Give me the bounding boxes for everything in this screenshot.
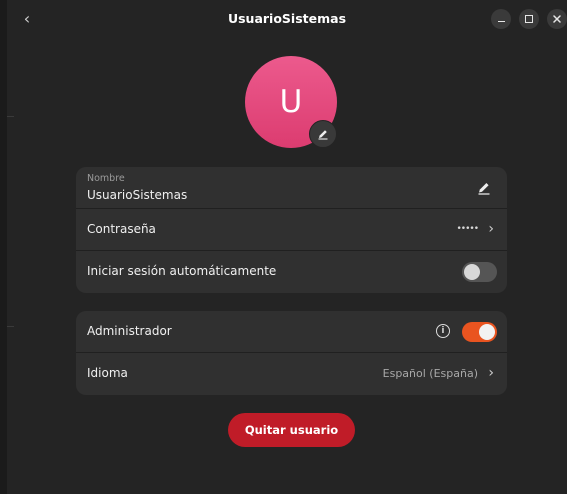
name-row: Nombre UsuarioSistemas bbox=[76, 167, 507, 209]
toggle-knob bbox=[479, 324, 495, 340]
info-icon[interactable]: i bbox=[436, 324, 450, 338]
account-card: Nombre UsuarioSistemas Contraseña ••••• … bbox=[76, 167, 507, 293]
user-details-window: ‹ UsuarioSistemas U Nombre UsuarioSistem… bbox=[0, 0, 567, 494]
edit-name-icon[interactable] bbox=[476, 180, 492, 196]
language-value: Español (España) bbox=[382, 367, 478, 380]
admin-row: Administrador i bbox=[76, 311, 507, 353]
minimize-button[interactable] bbox=[491, 9, 511, 29]
name-caption: Nombre bbox=[87, 173, 125, 184]
toggle-knob bbox=[464, 264, 480, 280]
divider bbox=[7, 116, 14, 117]
remove-user-button[interactable]: Quitar usuario bbox=[228, 413, 355, 447]
password-label: Contraseña bbox=[87, 222, 156, 236]
admin-toggle[interactable] bbox=[462, 322, 497, 342]
close-button[interactable] bbox=[547, 9, 567, 29]
settings-card: Administrador i Idioma Español (España) … bbox=[76, 311, 507, 395]
header-bar: ‹ UsuarioSistemas bbox=[7, 0, 567, 40]
admin-label: Administrador bbox=[87, 324, 172, 338]
language-label: Idioma bbox=[87, 366, 128, 380]
language-row[interactable]: Idioma Español (España) › bbox=[76, 353, 507, 395]
page-title: UsuarioSistemas bbox=[227, 11, 347, 26]
maximize-icon bbox=[525, 15, 533, 23]
autologin-toggle[interactable] bbox=[462, 262, 497, 282]
avatar-edit-button[interactable] bbox=[309, 120, 337, 148]
avatar-initial: U bbox=[279, 84, 303, 120]
autologin-row: Iniciar sesión automáticamente bbox=[76, 251, 507, 293]
autologin-label: Iniciar sesión automáticamente bbox=[87, 264, 277, 278]
minimize-icon bbox=[497, 20, 505, 23]
chevron-right-icon: › bbox=[488, 365, 494, 381]
password-mask: ••••• bbox=[456, 224, 479, 234]
pencil-icon bbox=[318, 130, 328, 140]
password-row[interactable]: Contraseña ••••• › bbox=[76, 209, 507, 251]
chevron-right-icon: › bbox=[488, 221, 494, 237]
divider bbox=[7, 326, 14, 327]
name-value: UsuarioSistemas bbox=[87, 188, 188, 202]
maximize-button[interactable] bbox=[519, 9, 539, 29]
close-icon bbox=[553, 15, 561, 23]
